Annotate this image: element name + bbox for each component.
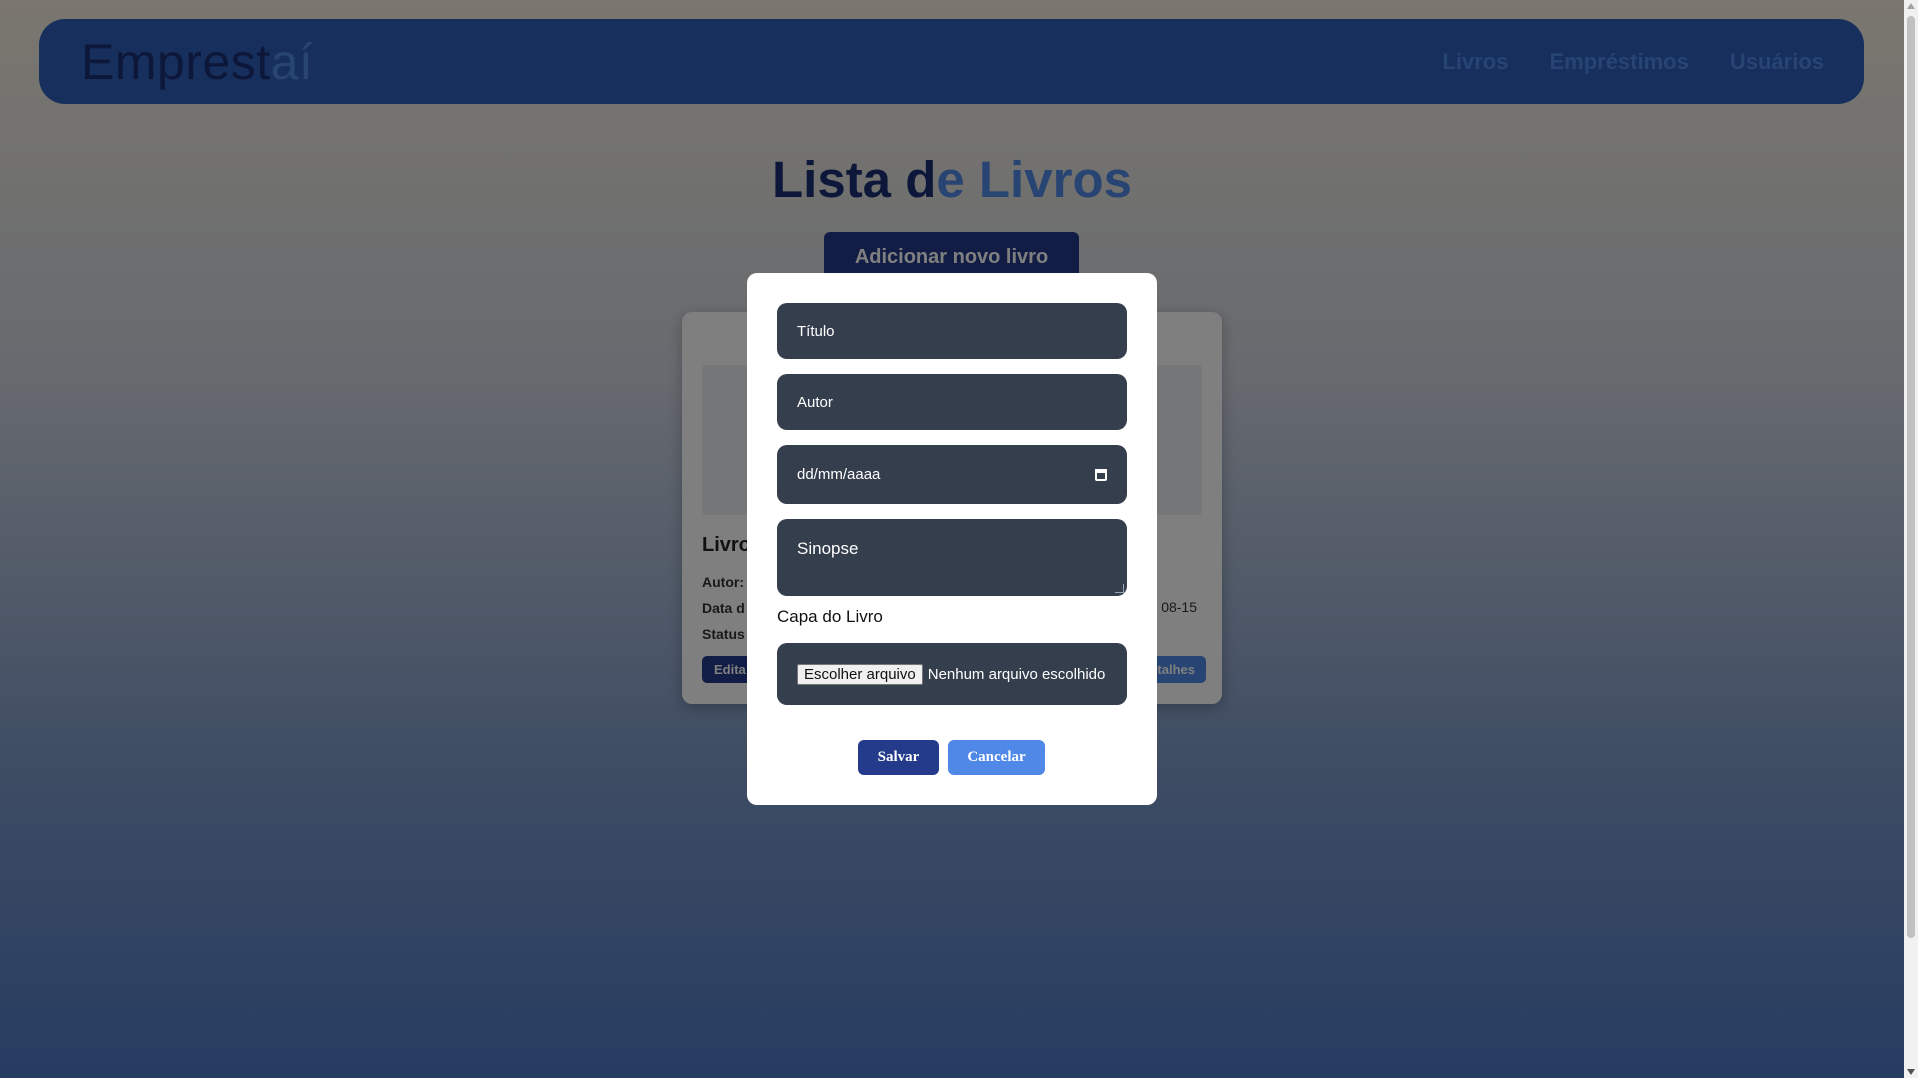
file-status-text: Nenhum arquivo escolhido [927, 665, 1106, 683]
add-book-modal: Título Autor dd/mm/aaaa Sinopse Capa do … [747, 273, 1157, 805]
calendar-icon[interactable] [1095, 468, 1107, 481]
resize-handle-icon[interactable] [1115, 584, 1124, 593]
date-input-placeholder: dd/mm/aaaa [797, 466, 881, 483]
scroll-down-arrow-icon[interactable] [1907, 1069, 1915, 1075]
author-input-placeholder: Autor [797, 393, 833, 411]
synopsis-textarea[interactable]: Sinopse [777, 519, 1127, 596]
page: Emprestaí Livros Empréstimos Usuários Li… [0, 0, 1904, 1078]
cover-file-input: Escolher arquivo Nenhum arquivo escolhid… [777, 643, 1127, 705]
publication-date-input[interactable]: dd/mm/aaaa [777, 445, 1127, 504]
author-input[interactable]: Autor [777, 374, 1127, 430]
title-input-placeholder: Título [797, 322, 835, 340]
vertical-scrollbar[interactable] [1904, 0, 1918, 1078]
choose-file-button[interactable]: Escolher arquivo [797, 663, 923, 685]
scrollbar-thumb[interactable] [1907, 16, 1915, 938]
title-input[interactable]: Título [777, 303, 1127, 359]
cover-label: Capa do Livro [777, 607, 883, 626]
cancel-button[interactable]: Cancelar [948, 740, 1045, 775]
save-button[interactable]: Salvar [858, 740, 939, 775]
synopsis-placeholder: Sinopse [797, 539, 859, 558]
scroll-up-arrow-icon[interactable] [1907, 3, 1915, 9]
